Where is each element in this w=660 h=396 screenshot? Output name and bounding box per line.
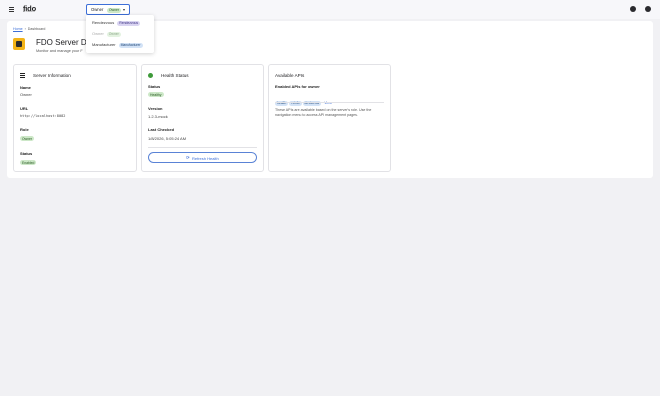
card-title: Available APIs — [275, 73, 305, 78]
role-option-owner[interactable]: Owner Owner — [92, 31, 121, 37]
api-chip-list: health rvinfo device-ca View — [275, 91, 332, 109]
breadcrumb-current: Dashboard — [27, 27, 46, 31]
health-status-badge: Healthy — [148, 92, 164, 97]
health-status-card: Health Status Status Healthy Version 1.2… — [141, 64, 264, 172]
card-title: Health Status — [161, 73, 189, 78]
role-badge: Owner — [20, 136, 34, 141]
available-apis-card: Available APIs Enabled APIs for owner he… — [268, 64, 391, 172]
version-label: Version — [148, 106, 163, 111]
role-option-rendezvous[interactable]: Rendezvous Rendezvous — [92, 20, 141, 26]
role-dropdown-menu: Rendezvous Rendezvous Owner Owner Manufact… — [86, 15, 154, 53]
refresh-health-button[interactable]: ⟳ Refresh Health — [148, 152, 257, 163]
role-select-badge: Owner — [107, 7, 121, 13]
divider — [148, 147, 257, 148]
enabled-apis-label: Enabled APIs for owner — [275, 84, 320, 89]
status-label: Status — [20, 151, 33, 156]
check-circle-icon — [148, 73, 153, 78]
help-icon[interactable] — [645, 6, 651, 12]
role-option-badge: Manufacturer — [118, 42, 143, 48]
last-checked-label: Last Checked — [148, 127, 175, 132]
health-status-label: Status — [148, 84, 161, 89]
name-value: Owner — [20, 92, 32, 97]
server-list-icon — [20, 73, 25, 78]
page-title: FDO Server Da — [36, 38, 92, 47]
chevron-right-icon: › — [24, 27, 26, 31]
status-badge: Enabled — [20, 160, 37, 165]
role-option-label: Manufacturer — [92, 42, 116, 47]
divider — [275, 102, 384, 103]
name-label: Name — [20, 85, 31, 90]
role-select-label: Owner — [91, 7, 104, 12]
role-option-manufacturer[interactable]: Manufacturer Manufacturer — [92, 42, 143, 48]
refresh-health-label: Refresh Health — [192, 156, 219, 161]
breadcrumb: Home › Dashboard — [13, 27, 45, 31]
chevron-down-icon: ▾ — [123, 6, 126, 12]
url-value: http://localhost:8082 — [20, 114, 66, 118]
menu-icon[interactable] — [9, 7, 14, 12]
settings-icon[interactable] — [630, 6, 636, 12]
role-option-label: Rendezvous — [92, 20, 115, 25]
page-subtitle: Monitor and manage your F — [36, 49, 83, 53]
refresh-icon: ⟳ — [186, 155, 190, 160]
apis-note: These APIs are available based on the se… — [275, 108, 372, 117]
logo-subtext: ALLIANCE — [23, 11, 36, 13]
server-info-card: Server Information Name Owner URL http:/… — [13, 64, 137, 172]
url-label: URL — [20, 106, 29, 111]
role-option-badge: Owner — [106, 31, 121, 37]
role-option-label: Owner — [92, 31, 104, 36]
role-select[interactable]: Owner Owner ▾ — [86, 4, 130, 15]
dashboard-icon — [13, 38, 25, 50]
role-option-badge: Rendezvous — [117, 20, 141, 26]
breadcrumb-home-link[interactable]: Home — [13, 27, 23, 31]
role-label: Role — [20, 127, 29, 132]
card-title: Server Information — [33, 73, 71, 78]
last-checked-value: 1/8/2026, 5:05:24 AM — [148, 136, 187, 141]
version-value: 1.2.3-mock — [148, 114, 168, 119]
